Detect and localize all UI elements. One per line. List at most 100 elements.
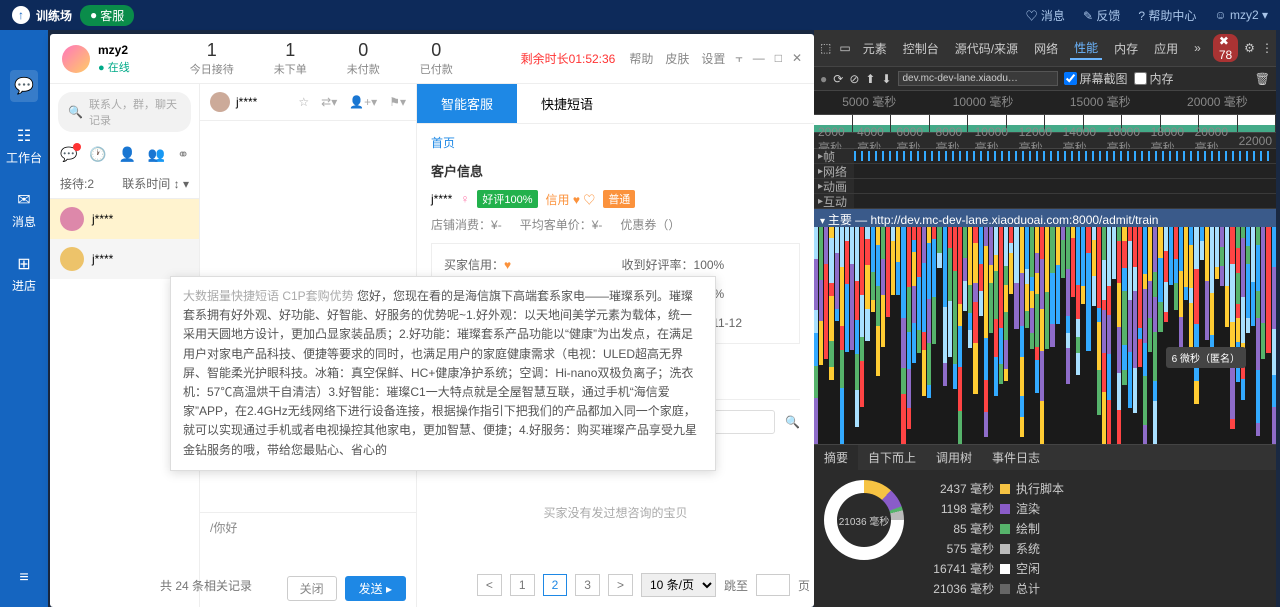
reload-icon[interactable]: ⟳: [833, 72, 843, 86]
overview-timeline[interactable]: 5000 毫秒 10000 毫秒 15000 毫秒 20000 毫秒: [814, 91, 1276, 115]
chat-icon: 💬: [14, 76, 34, 96]
devtab-sources[interactable]: 源代码/来源: [951, 38, 1022, 59]
conv-name: j****: [236, 95, 257, 109]
track-interact[interactable]: ▸互动: [814, 194, 854, 208]
link-skin[interactable]: 皮肤: [665, 50, 689, 67]
devtab-console[interactable]: 控制台: [899, 38, 943, 59]
pager-count: 共 24 条相关记录: [160, 577, 252, 594]
contact-item[interactable]: j****: [50, 199, 199, 239]
coupon-link[interactable]: 优惠券（）: [620, 216, 680, 233]
transfer-icon[interactable]: ⇄▾: [321, 95, 337, 109]
role-badge: ● 客服: [80, 5, 134, 26]
tab-quick-phrase[interactable]: 快捷短语: [517, 84, 617, 123]
sidebar-item-workbench[interactable]: ☷工作台: [6, 126, 42, 166]
btab-summary[interactable]: 摘要: [814, 445, 858, 470]
window-max-icon[interactable]: □: [775, 51, 782, 66]
star-icon[interactable]: ☆: [298, 95, 309, 109]
devtab-network[interactable]: 网络: [1030, 38, 1062, 59]
track-anim[interactable]: ▸动画: [814, 179, 854, 193]
window-close-icon[interactable]: ✕: [792, 51, 802, 66]
invite-icon[interactable]: 👤+▾: [349, 95, 377, 109]
flag-icon[interactable]: ⚑▾: [389, 95, 406, 109]
devtab-application[interactable]: 应用: [1150, 38, 1182, 59]
pager-prev[interactable]: <: [477, 574, 502, 596]
chat-messages: 大数据量快捷短语 C1P套购优势 您好，您现在看的是海信旗下高端套系家电——璀璨…: [200, 121, 416, 512]
btab-bottomup[interactable]: 自下而上: [858, 445, 926, 470]
sidebar-item-message[interactable]: ✉消息: [12, 190, 36, 230]
avatar: [62, 45, 90, 73]
error-badge[interactable]: ✖ 78: [1213, 34, 1238, 62]
track-frames[interactable]: ▸帧: [814, 149, 854, 163]
nav-user[interactable]: ☺ mzy2 ▾: [1214, 8, 1268, 22]
devtab-performance[interactable]: 性能: [1070, 37, 1102, 60]
pager-next[interactable]: >: [608, 574, 633, 596]
main-thread-label[interactable]: ▾ 主要 — http://dev.mc-dev-lane.xiaoduoai.…: [814, 209, 1276, 227]
summary-panel: 21036 毫秒 2437 毫秒执行脚本1198 毫秒渲染85 毫秒绘制575 …: [814, 470, 1276, 607]
search-icon: 🔍: [68, 105, 83, 119]
gender-icon: ♀: [460, 192, 469, 206]
level-badge: 普通: [603, 190, 635, 208]
device-icon[interactable]: ▭: [839, 41, 850, 55]
pager-3[interactable]: 3: [575, 574, 600, 596]
contact-item[interactable]: j****: [50, 239, 199, 279]
credit-label: 信用 ♥ ♡: [546, 191, 596, 208]
reception-count: 接待:2: [60, 175, 94, 192]
devtab-memory[interactable]: 内存: [1110, 38, 1142, 59]
trash-icon[interactable]: 🗑: [1255, 72, 1270, 86]
time-ruler: 2000 毫秒4000 毫秒6000 毫秒8000 毫秒10000 毫秒1200…: [814, 133, 1276, 149]
sidebar-item-chat[interactable]: 💬: [10, 70, 38, 102]
nav-feedback[interactable]: ✎ 反馈: [1083, 7, 1120, 24]
workbench-icon: ☷: [17, 126, 31, 146]
record-icon[interactable]: ●: [820, 72, 827, 86]
pager-2[interactable]: 2: [543, 574, 568, 596]
header-username: mzy2: [98, 43, 130, 57]
screenshot-checkbox[interactable]: 屏幕截图: [1064, 70, 1128, 87]
load-icon[interactable]: ⬆: [865, 72, 875, 86]
header-stats: 1今日接待 1未下单 0未付款 0已付款: [190, 40, 453, 77]
tooltip-body: 您好，您现在看的是海信旗下高端套系家电——璀璨系列。璀璨套系拥有好外观、好功能、…: [183, 289, 697, 457]
track-network[interactable]: ▸网络: [814, 164, 854, 178]
filter-person-icon[interactable]: 👤: [119, 146, 136, 163]
window-pop-icon[interactable]: ⫟: [735, 51, 742, 66]
inspect-icon[interactable]: ⬚: [820, 41, 831, 55]
target-select[interactable]: dev.mc-dev-lane.xiaodu…: [898, 71, 1058, 86]
sort-select[interactable]: 联系时间 ↕ ▾: [122, 175, 189, 192]
clear-icon[interactable]: ⊘: [849, 72, 859, 86]
filter-org-icon[interactable]: ⚭: [177, 146, 189, 163]
pager-jump-input[interactable]: [756, 574, 790, 596]
sidebar-item-shop[interactable]: ⊞进店: [12, 254, 36, 294]
top-bar: ↑ 训练场 ● 客服 ♡ 消息 ✎ 反馈 ? 帮助中心 ☺ mzy2 ▾: [0, 0, 1280, 30]
save-icon[interactable]: ⬇: [881, 72, 891, 86]
filter-clock-icon[interactable]: 🕐: [89, 146, 106, 163]
filter-chat-icon[interactable]: 💬: [60, 146, 77, 163]
devtools-settings-icon[interactable]: ⚙: [1244, 41, 1255, 55]
quick-phrase-tooltip: 大数据量快捷短语 C1P套购优势 您好，您现在看的是海信旗下高端套系家电——璀璨…: [170, 276, 716, 471]
tab-smart-service[interactable]: 智能客服: [417, 84, 517, 123]
link-settings[interactable]: 设置: [701, 50, 725, 67]
nav-help[interactable]: ? 帮助中心: [1138, 7, 1196, 24]
breadcrumb[interactable]: 首页: [417, 124, 814, 161]
devtab-more-icon[interactable]: »: [1190, 39, 1205, 57]
empty-message: 买家没有发过想咨询的宝贝: [431, 504, 800, 521]
pager-1[interactable]: 1: [510, 574, 535, 596]
pager-size[interactable]: 10 条/页: [641, 573, 716, 597]
contact-avatar: [60, 247, 84, 271]
devtools-menu-icon[interactable]: ⋮: [1261, 41, 1273, 55]
nav-messages[interactable]: ♡ 消息: [1026, 7, 1065, 24]
memory-checkbox[interactable]: 内存: [1134, 70, 1174, 87]
pagination: 共 24 条相关记录 < 1 2 3 > 10 条/页 跳至 页: [160, 571, 810, 599]
collapse-icon[interactable]: ≡: [19, 569, 28, 587]
btab-eventlog[interactable]: 事件日志: [982, 445, 1050, 470]
window-min-icon[interactable]: —: [753, 51, 765, 66]
filter-group-icon[interactable]: 👥: [148, 146, 165, 163]
link-help[interactable]: 帮助: [629, 50, 653, 67]
header-status: 在线: [98, 59, 130, 75]
section-title: 客户信息: [431, 161, 800, 180]
flame-chart[interactable]: 6 微秒（匿名）: [814, 227, 1276, 444]
devtab-elements[interactable]: 元素: [859, 38, 891, 59]
search-input[interactable]: 🔍 联系人，群，聊天记录: [58, 92, 191, 132]
recommend-search-icon[interactable]: 🔍: [785, 415, 800, 429]
mail-icon: ✉: [17, 190, 30, 210]
left-sidebar: 💬 ☷工作台 ✉消息 ⊞进店 ≡: [0, 30, 48, 607]
btab-calltree[interactable]: 调用树: [926, 445, 982, 470]
